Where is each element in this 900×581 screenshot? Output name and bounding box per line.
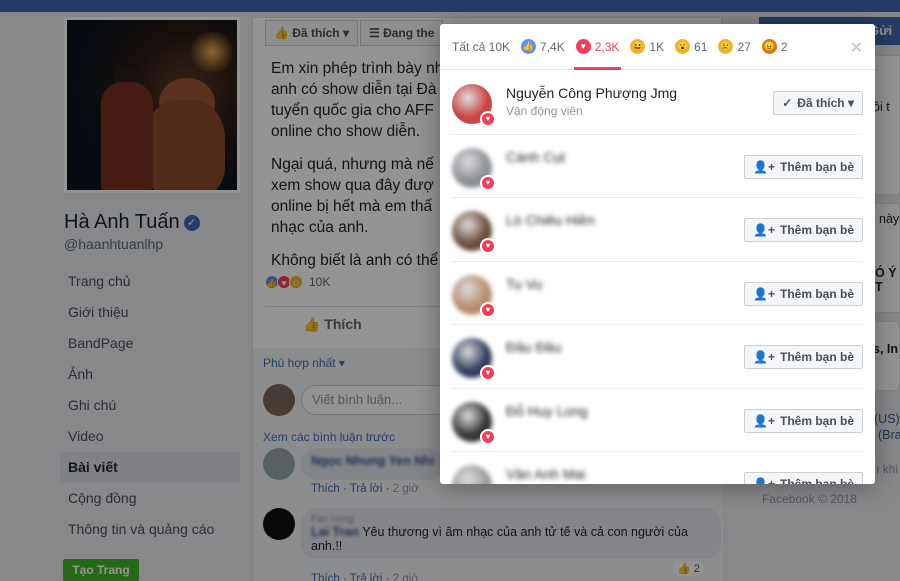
add-friend-button[interactable]: 👤+ Thêm bạn bè bbox=[744, 154, 863, 179]
add-friend-button[interactable]: 👤+ Thêm bạn bè bbox=[744, 345, 863, 369]
haha-icon: 😆 bbox=[630, 39, 646, 54]
like-icon: 👍 bbox=[521, 39, 537, 54]
reactor-info: Cánh Cụt bbox=[506, 149, 565, 165]
reactor-name[interactable]: Cánh Cụt bbox=[506, 149, 565, 165]
reactor-row: ♥ Tu Vu 👤+ Thêm bạn bè bbox=[452, 262, 863, 325]
chevron-down-icon: ▾ bbox=[844, 96, 854, 110]
reactor-info: Tu Vu bbox=[506, 276, 542, 292]
reaction-tab-count: 7,4K bbox=[540, 39, 565, 54]
add-friend-icon: 👤+ bbox=[753, 350, 775, 364]
reactor-name[interactable]: Đầu Đầu bbox=[506, 339, 561, 355]
reaction-tab[interactable]: ♥ 2,3K bbox=[573, 24, 622, 70]
avatar[interactable]: ♥ bbox=[452, 401, 496, 445]
reactor-info: Nguyễn Công Phượng Jmg Vận động viên bbox=[506, 85, 677, 118]
love-icon: ♥ bbox=[480, 238, 496, 254]
avatar[interactable]: ♥ bbox=[452, 147, 496, 191]
love-icon: ♥ bbox=[480, 301, 496, 318]
reaction-tab[interactable]: 😮 61 bbox=[675, 24, 707, 70]
reaction-tab[interactable]: 👍 7,4K bbox=[521, 24, 565, 70]
reaction-tab-count: Tất cả 10K bbox=[452, 39, 511, 54]
reactor-info: Lò Chiêu Hiền bbox=[506, 212, 595, 228]
avatar[interactable]: ♥ bbox=[452, 211, 496, 254]
reactor-row: ♥ Đỗ Huy Long 👤+ Thêm bạn bè bbox=[452, 389, 863, 452]
reaction-tab-count: 61 bbox=[694, 39, 708, 54]
button-label: Thêm bạn bè bbox=[779, 413, 854, 428]
reactor-name[interactable]: Văn Anh Mai bbox=[506, 466, 585, 482]
reactor-row: ♥ Đầu Đầu 👤+ Thêm bạn bè bbox=[452, 325, 863, 389]
reaction-tab[interactable]: 😠 2 bbox=[761, 24, 788, 70]
add-friend-button[interactable]: 👤+ Thêm bạn bè bbox=[744, 218, 863, 242]
reactor-name[interactable]: Lò Chiêu Hiền bbox=[506, 212, 595, 228]
check-icon: ✓ bbox=[782, 96, 793, 110]
add-friend-icon: 👤+ bbox=[753, 223, 775, 237]
liked-button[interactable]: ✓ Đã thích ▾ bbox=[773, 91, 863, 115]
reaction-tab-count: 2,3K bbox=[594, 39, 620, 54]
reactor-list: ♥ Nguyễn Công Phượng Jmg Vận động viên ✓ Đã … bbox=[440, 71, 875, 484]
reactor-row: ♥ Nguyễn Công Phượng Jmg Vận động viên ✓ Đã … bbox=[452, 71, 863, 135]
reactor-role: Vận động viên bbox=[506, 104, 583, 118]
add-friend-icon: 👤+ bbox=[753, 477, 775, 484]
reaction-tab-count: 27 bbox=[737, 39, 751, 54]
button-label: Thêm bạn bè bbox=[779, 223, 854, 237]
button-label: Thêm bạn bè bbox=[779, 159, 854, 174]
add-friend-button[interactable]: 👤+ Thêm bạn bè bbox=[744, 472, 863, 484]
avatar-image bbox=[452, 465, 492, 484]
reactions-dialog: Tất cả 10K 👍 7,4K ♥ 2,3K 😆 1K 😮 61 😢 27 😠 2 ✕ ♥ Nguyễ… bbox=[440, 24, 875, 484]
reactor-row: ♥ Văn Anh Mai 👤+ Thêm bạn bè bbox=[452, 452, 863, 484]
reaction-tab-count: 1K bbox=[649, 39, 665, 54]
love-icon: ♥ bbox=[480, 174, 496, 191]
reaction-tab[interactable]: 😆 1K bbox=[630, 24, 664, 70]
add-friend-icon: 👤+ bbox=[753, 159, 775, 174]
love-icon: ♥ bbox=[480, 111, 496, 127]
reactor-row: ♥ Cánh Cụt 👤+ Thêm bạn bè bbox=[452, 135, 863, 198]
avatar[interactable]: ♥ bbox=[452, 274, 496, 318]
close-icon[interactable]: ✕ bbox=[850, 38, 863, 58]
angry-icon: 😠 bbox=[761, 39, 777, 54]
avatar[interactable]: ♥ bbox=[452, 84, 496, 127]
love-icon: ♥ bbox=[480, 365, 496, 381]
reactor-name[interactable]: Đỗ Huy Long bbox=[506, 403, 588, 419]
reaction-tabs: Tất cả 10K 👍 7,4K ♥ 2,3K 😆 1K 😮 61 😢 27 😠 2 bbox=[440, 24, 875, 70]
love-icon: ♥ bbox=[480, 428, 496, 445]
reactor-row: ♥ Lò Chiêu Hiền 👤+ Thêm bạn bè bbox=[452, 198, 863, 262]
reaction-tab[interactable]: 😢 27 bbox=[718, 24, 751, 70]
avatar[interactable]: ♥ bbox=[452, 338, 496, 381]
avatar[interactable]: ♥ bbox=[452, 465, 492, 484]
add-friend-button[interactable]: 👤+ Thêm bạn bè bbox=[744, 408, 863, 433]
add-friend-icon: 👤+ bbox=[753, 413, 775, 428]
reaction-tab[interactable]: Tất cả 10K bbox=[452, 24, 510, 70]
button-label: Thêm bạn bè bbox=[779, 350, 854, 364]
sad-icon: 😢 bbox=[718, 39, 734, 54]
add-friend-icon: 👤+ bbox=[753, 286, 775, 301]
reactor-info: Đầu Đầu bbox=[506, 339, 561, 355]
button-label: Thêm bạn bè bbox=[779, 286, 854, 301]
reactor-info: Đỗ Huy Long bbox=[506, 403, 588, 419]
button-label: Thêm bạn bè bbox=[779, 477, 854, 484]
wow-icon: 😮 bbox=[675, 39, 691, 54]
reactor-name[interactable]: Nguyễn Công Phượng Jmg bbox=[506, 85, 677, 101]
reaction-tab-count: 2 bbox=[780, 39, 788, 54]
love-icon: ♥ bbox=[575, 39, 591, 54]
button-label: Đã thích bbox=[797, 96, 845, 110]
add-friend-button[interactable]: 👤+ Thêm bạn bè bbox=[744, 281, 863, 306]
reactor-info: Văn Anh Mai bbox=[506, 466, 585, 482]
reactor-name[interactable]: Tu Vu bbox=[506, 276, 542, 292]
